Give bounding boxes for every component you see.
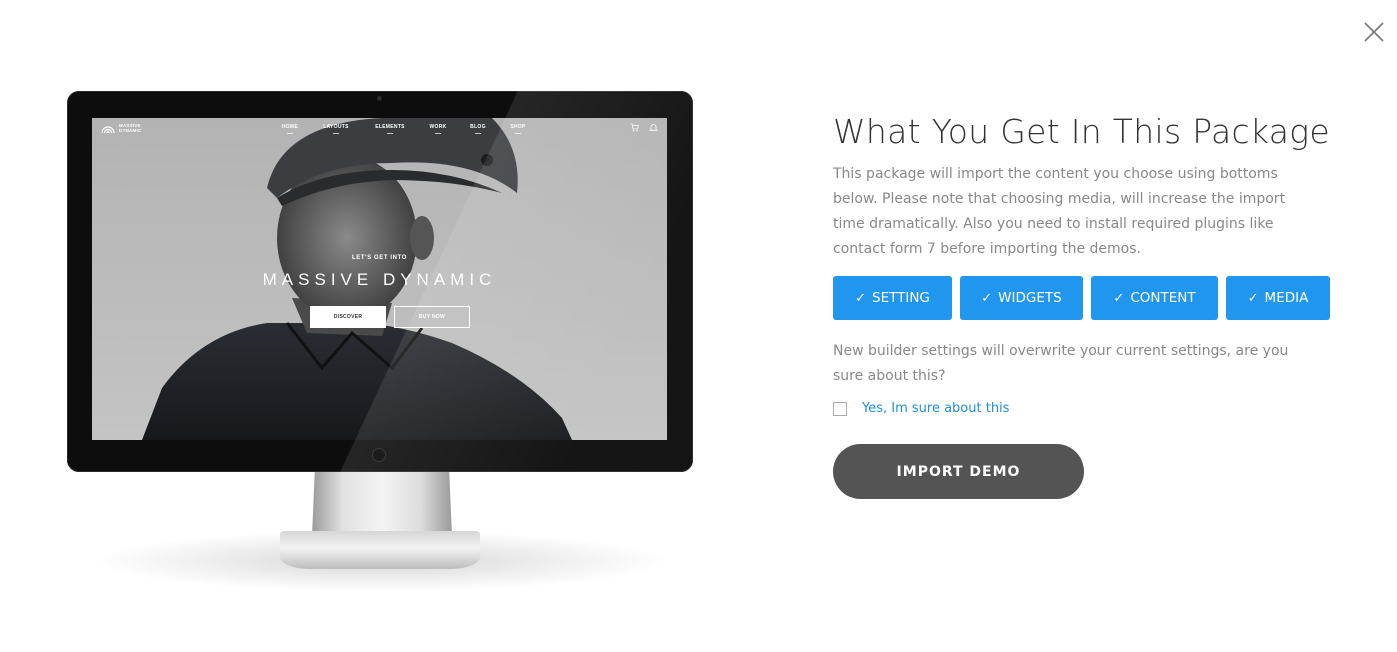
confirm-label[interactable]: Yes, Im sure about this: [862, 401, 1009, 416]
site-menu-work: WORK: [418, 124, 458, 134]
hero-title: MASSIVE DYNAMIC: [262, 270, 497, 289]
site-navbar: MASSIVE DYNAMIC HOME LAYOUTS ELEMENTS WO…: [92, 118, 667, 140]
demo-preview-monitor: MASSIVE DYNAMIC HOME LAYOUTS ELEMENTS WO…: [67, 91, 693, 591]
site-menu-shop: SHOP: [498, 124, 538, 134]
import-demo-button[interactable]: IMPORT DEMO: [833, 444, 1084, 499]
option-widgets-button[interactable]: ✓ WIDGETS: [960, 276, 1083, 320]
option-setting-button[interactable]: ✓ SETTING: [833, 276, 952, 320]
demo-screen: MASSIVE DYNAMIC HOME LAYOUTS ELEMENTS WO…: [92, 118, 667, 440]
monitor-home-button: [373, 449, 385, 461]
package-panel: What You Get In This Package This packag…: [833, 108, 1343, 499]
import-options: ✓ SETTING ✓ WIDGETS ✓ CONTENT ✓ MEDIA: [833, 276, 1343, 320]
monitor-stand-base: [280, 531, 480, 569]
hero-buttons: DISCOVER BUY NOW: [310, 306, 470, 328]
discover-button: DISCOVER: [310, 306, 386, 328]
check-icon: ✓: [855, 290, 866, 306]
option-content-button[interactable]: ✓ CONTENT: [1091, 276, 1218, 320]
option-media-button[interactable]: ✓ MEDIA: [1226, 276, 1330, 320]
site-menu-blog: BLOG: [458, 124, 498, 134]
site-menu-home: HOME: [270, 124, 310, 134]
close-icon: [1364, 22, 1384, 42]
confirm-checkbox[interactable]: [833, 401, 847, 416]
site-logo-text: MASSIVE DYNAMIC: [119, 123, 142, 133]
camera-dot: [377, 96, 382, 101]
check-icon: ✓: [1113, 290, 1125, 306]
option-label: CONTENT: [1130, 290, 1196, 306]
overwrite-warning: New builder settings will overwrite your…: [833, 343, 1289, 384]
package-description: This package will import the content you…: [833, 166, 1286, 257]
option-label: SETTING: [872, 290, 930, 306]
site-menu-layouts: LAYOUTS: [310, 124, 362, 134]
option-label: WIDGETS: [998, 290, 1062, 306]
check-icon: ✓: [1247, 290, 1259, 306]
page-title: What You Get In This Package: [833, 112, 1330, 151]
site-icons: [630, 123, 658, 132]
confirm-row: Yes, Im sure about this: [833, 401, 1343, 416]
check-icon: ✓: [981, 290, 993, 306]
close-button[interactable]: [1362, 20, 1386, 44]
site-logo: MASSIVE DYNAMIC: [101, 122, 145, 134]
site-menu: HOME LAYOUTS ELEMENTS WORK BLOG SHOP: [270, 124, 538, 134]
option-label: MEDIA: [1264, 290, 1309, 306]
monitor-bezel: MASSIVE DYNAMIC HOME LAYOUTS ELEMENTS WO…: [67, 91, 693, 472]
site-menu-elements: ELEMENTS: [362, 124, 418, 134]
bell-icon: [649, 124, 658, 131]
cart-icon: [630, 123, 639, 132]
buy-now-button: BUY NOW: [394, 306, 470, 328]
rainbow-logo-icon: [101, 126, 115, 134]
hero-kicker: LET'S GET INTO: [351, 255, 408, 261]
